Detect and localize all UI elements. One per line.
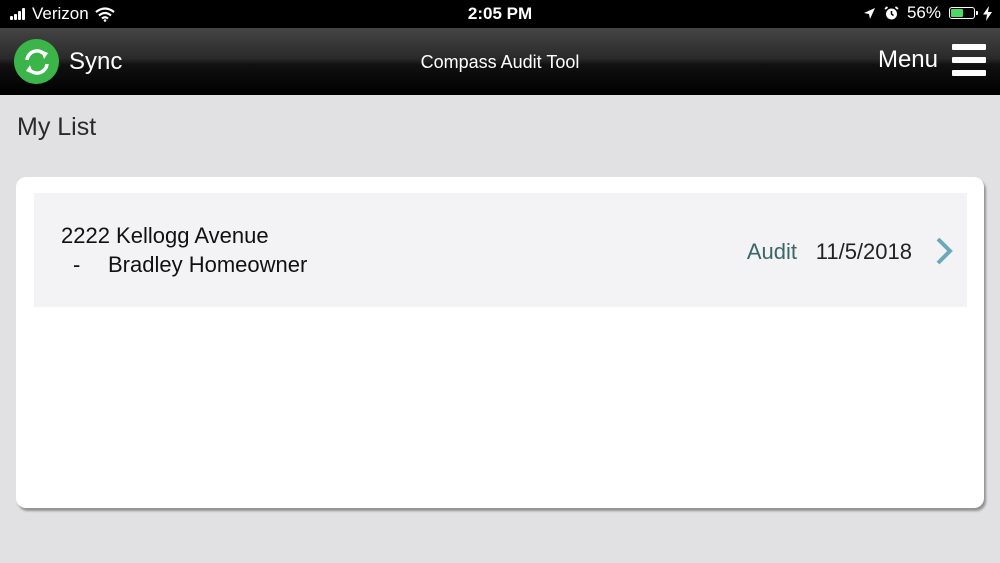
menu-button[interactable]: Menu [878,44,986,76]
chevron-right-icon [936,237,953,265]
list-item-date: 11/5/2018 [815,239,912,264]
status-bar: Verizon 2:05 PM 56% [0,0,1000,28]
list-item-name-line: - Bradley Homeowner [73,252,307,278]
list-card: 2222 Kellogg Avenue - Bradley Homeowner A… [16,177,984,508]
alarm-icon [884,5,899,19]
charging-icon [983,5,992,21]
list-item-dash: - [73,252,81,277]
hamburger-icon [952,44,986,76]
list-item-name: Bradley Homeowner [108,252,308,277]
app-header: Sync Compass Audit Tool Menu [0,28,1000,95]
list-item[interactable]: 2222 Kellogg Avenue - Bradley Homeowner A… [34,193,967,307]
status-right: 56% [855,3,992,23]
location-icon [863,7,875,19]
page-title: My List [17,113,97,141]
app-title: Compass Audit Tool [420,52,580,72]
battery-icon [949,7,978,19]
menu-label: Menu [877,46,938,73]
list-item-type: Audit [746,239,797,264]
list-item-address: 2222 Kellogg Avenue [61,223,269,248]
battery-percent: 56% [906,3,941,22]
status-time: 2:05 PM [467,4,533,23]
